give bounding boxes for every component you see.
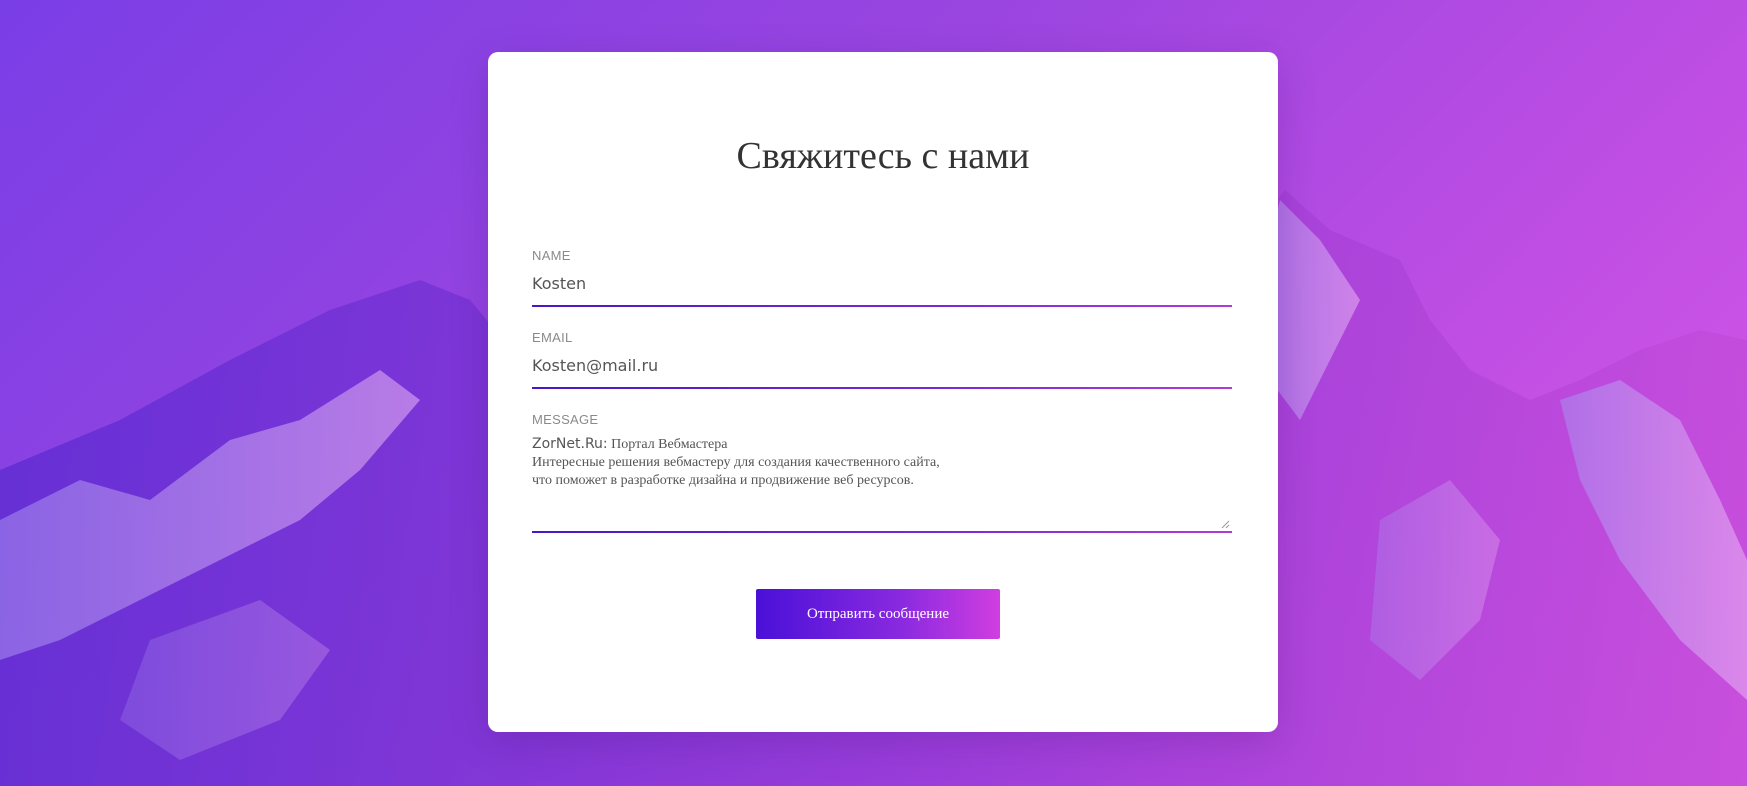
message-line: что поможет в разработке дизайна и продв… (532, 473, 914, 488)
name-field-group: NAME (532, 248, 1232, 307)
name-label: NAME (532, 248, 571, 263)
message-line-rest: Портал Вебмастера (607, 437, 728, 452)
message-line: ZorNet.Ru: Портал Вебмастера (532, 435, 1232, 454)
email-input[interactable] (532, 353, 1232, 377)
message-field-group: MESSAGE ZorNet.Ru: Портал Вебмастера Инт… (532, 412, 1232, 533)
email-underline (532, 387, 1232, 389)
send-message-button[interactable]: Отправить сообщение (756, 589, 1000, 639)
name-underline (532, 305, 1232, 307)
contact-card: Свяжитесь с нами NAME EMAIL MESSAGE ZorN… (488, 52, 1278, 732)
email-label: EMAIL (532, 330, 573, 345)
message-line-prefix: ZorNet.Ru: (532, 436, 608, 452)
message-label: MESSAGE (532, 412, 599, 427)
resize-handle-icon[interactable] (1220, 519, 1230, 529)
message-line: Интересные решения вебмастеру для создан… (532, 455, 940, 470)
name-input[interactable] (532, 271, 1232, 295)
message-underline (532, 531, 1232, 533)
message-textarea[interactable]: ZorNet.Ru: Портал Вебмастера Интересные … (532, 435, 1232, 531)
page-title: Свяжитесь с нами (736, 135, 1030, 177)
email-field-group: EMAIL (532, 330, 1232, 389)
